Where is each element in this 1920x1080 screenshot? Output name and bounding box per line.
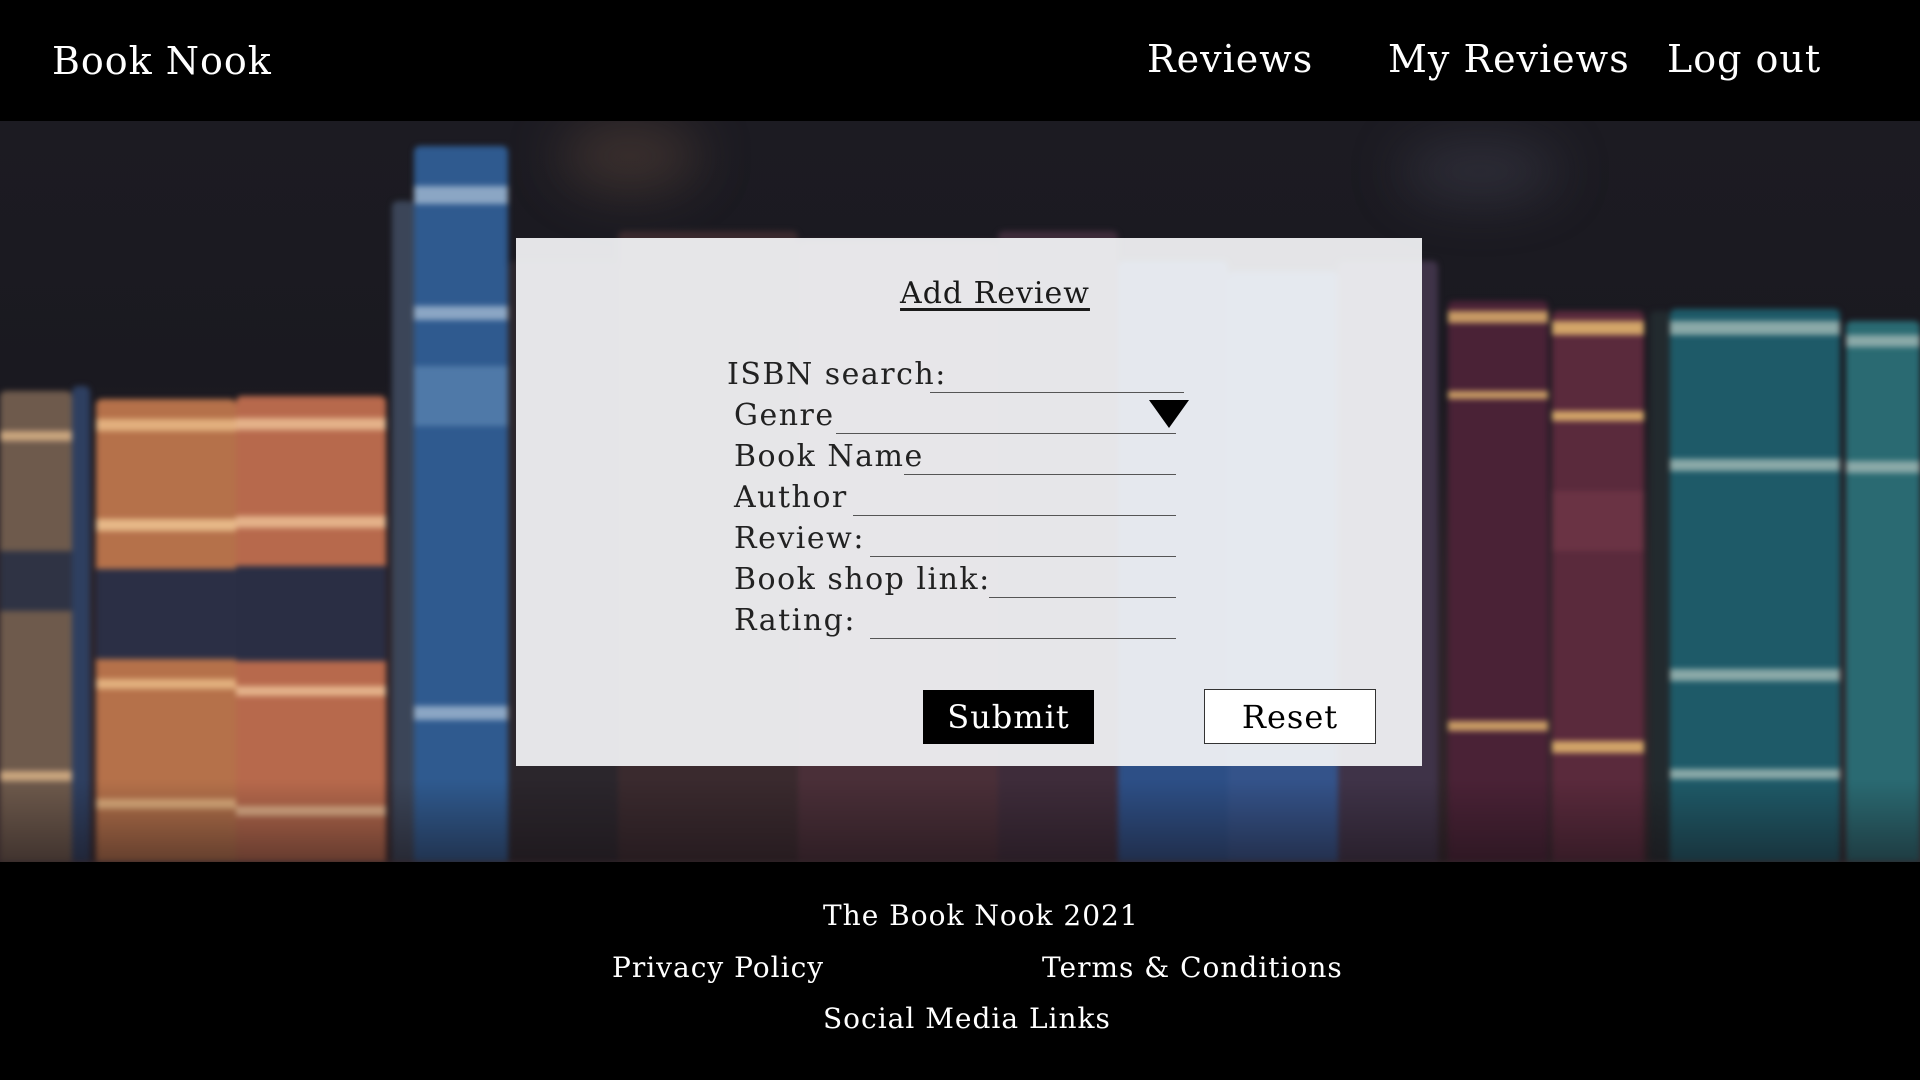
header-bar: Book Nook Reviews My Reviews Log out	[0, 0, 1920, 121]
add-review-form: Add Review ISBN search: Genre Book Name …	[516, 238, 1422, 766]
shop-link-label: Book shop link:	[734, 562, 991, 597]
app-root: Book Nook Reviews My Reviews Log out Add…	[0, 0, 1920, 1080]
book-name-input[interactable]	[904, 474, 1176, 475]
isbn-search-label: ISBN search:	[727, 357, 947, 392]
genre-select[interactable]	[836, 433, 1176, 434]
nav-log-out[interactable]: Log out	[1667, 34, 1821, 84]
rating-label: Rating:	[734, 603, 856, 638]
author-label: Author	[734, 480, 848, 515]
privacy-policy-link[interactable]: Privacy Policy	[612, 950, 824, 986]
brand-logo[interactable]: Book Nook	[52, 36, 272, 86]
submit-button[interactable]: Submit	[923, 690, 1094, 744]
shop-link-input[interactable]	[989, 597, 1176, 598]
terms-conditions-link[interactable]: Terms & Conditions	[1042, 950, 1343, 986]
form-title: Add Review	[900, 276, 1090, 311]
footer-bar: The Book Nook 2021 Privacy Policy Terms …	[0, 862, 1920, 1080]
book-name-label: Book Name	[734, 439, 924, 474]
author-input[interactable]	[853, 515, 1176, 516]
nav-my-reviews[interactable]: My Reviews	[1388, 34, 1630, 84]
rating-input[interactable]	[870, 638, 1176, 639]
nav-reviews[interactable]: Reviews	[1147, 34, 1313, 84]
review-label: Review:	[734, 521, 865, 556]
reset-button[interactable]: Reset	[1204, 689, 1376, 744]
social-media-links[interactable]: Social Media Links	[823, 1001, 1111, 1037]
review-input[interactable]	[870, 556, 1176, 557]
genre-label: Genre	[734, 398, 835, 433]
isbn-search-input[interactable]	[930, 392, 1184, 393]
footer-copyright: The Book Nook 2021	[823, 899, 1139, 932]
caret-down-icon[interactable]	[1149, 400, 1189, 428]
